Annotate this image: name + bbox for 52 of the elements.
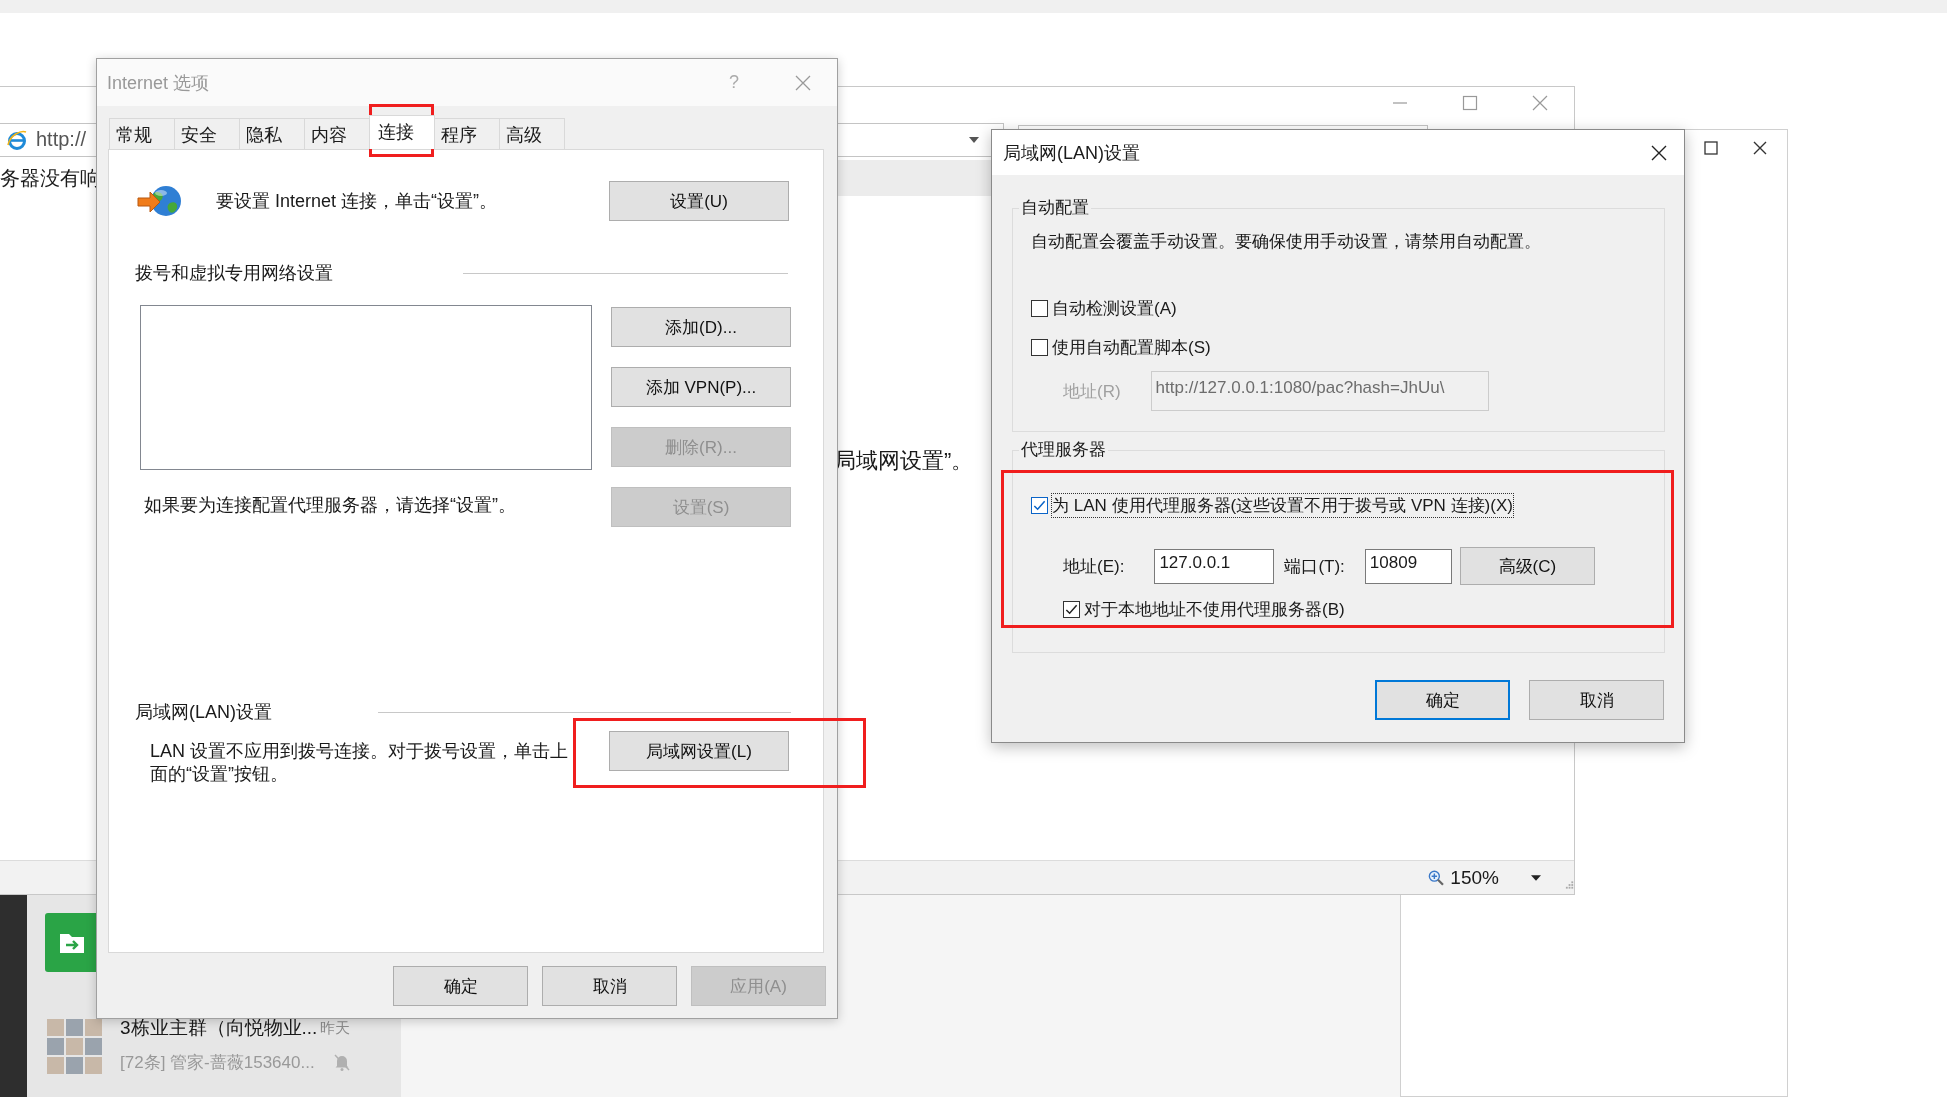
checkbox-label[interactable]: 自动检测设置(A) [1052, 296, 1177, 320]
close-icon[interactable] [1753, 141, 1767, 155]
close-icon[interactable] [1651, 144, 1667, 161]
group-title: 自动配置 [1020, 197, 1090, 219]
maximize-icon[interactable] [1704, 141, 1718, 155]
checkbox-label[interactable]: 对于本地地址不使用代理服务器(B) [1084, 597, 1345, 621]
zoom-level[interactable]: 150% [1450, 866, 1499, 889]
chat-title: 3栋业主群（向悦物业... [120, 1016, 318, 1040]
advanced-button[interactable]: 高级(C) [1459, 547, 1595, 585]
tab[interactable]: 连接 [369, 115, 435, 149]
dialog-button[interactable]: 取消 [542, 966, 677, 1006]
instruction-text: 要设置 Internet 连接，单击“设置”。 [216, 190, 498, 213]
checkbox-label[interactable]: 使用自动配置脚本(S) [1052, 335, 1211, 359]
dialup-button[interactable]: 添加 VPN(P)... [611, 367, 791, 407]
tab[interactable]: 高级 [499, 118, 565, 149]
field-label: 地址(R) [1063, 380, 1121, 403]
dialup-button[interactable]: 添加(D)... [611, 307, 791, 347]
window-title: Internet 选项 [107, 71, 210, 95]
window-title: 局域网(LAN)设置 [1003, 141, 1140, 165]
hint-text: 如果要为连接配置代理服务器，请选择“设置”。 [144, 494, 517, 517]
field-label: 地址(E): [1063, 555, 1125, 578]
dialog-button[interactable]: 取消 [1529, 680, 1664, 720]
settings-button[interactable]: 设置(U) [609, 181, 789, 221]
dropdown-caret-icon[interactable] [1530, 874, 1541, 881]
dropdown-caret-icon[interactable] [969, 136, 979, 143]
field-label: 端口(T): [1284, 555, 1345, 578]
group-avatar [46, 1019, 103, 1075]
globe-icon [137, 183, 184, 219]
checkbox[interactable] [1031, 338, 1048, 356]
port-field[interactable]: 10809 [1364, 548, 1452, 584]
description-text: 自动配置会覆盖手动设置。要确保使用手动设置，请禁用自动配置。 [1031, 231, 1542, 253]
resize-grip-icon[interactable] [1564, 879, 1574, 890]
tab[interactable]: 常规 [109, 118, 175, 149]
checkbox-label[interactable]: 为 LAN 使用代理服务器(这些设置不用于拨号或 VPN 连接)(X) [1052, 493, 1513, 517]
section-heading: 拨号和虚拟专用网络设置 [135, 262, 333, 285]
zoom-icon[interactable] [1428, 868, 1445, 887]
browser-logo-icon [6, 128, 28, 151]
checkbox[interactable] [1063, 600, 1080, 618]
folder-icon[interactable] [45, 913, 99, 972]
checkbox[interactable] [1031, 299, 1048, 317]
checkbox[interactable] [1031, 496, 1048, 514]
chat-time: 昨天 [320, 1018, 350, 1038]
description-text: LAN 设置不应用到拨号连接。对于拨号设置，单击上面的“设置”按钮。 [149, 740, 570, 786]
dialog-button[interactable]: 确定 [393, 966, 528, 1006]
address-field[interactable]: 127.0.0.1 [1154, 548, 1275, 584]
maximize-icon[interactable] [1462, 95, 1478, 111]
page-text: 局域网设置”。 [834, 447, 974, 475]
chat-preview: [72条] 管家-蔷薇153640... [120, 1052, 315, 1074]
group-title: 代理服务器 [1020, 439, 1107, 461]
section-heading: 局域网(LAN)设置 [135, 701, 272, 724]
dialog-button[interactable]: 确定 [1375, 680, 1510, 720]
lan-settings-button[interactable]: 局域网设置(L) [609, 731, 789, 771]
